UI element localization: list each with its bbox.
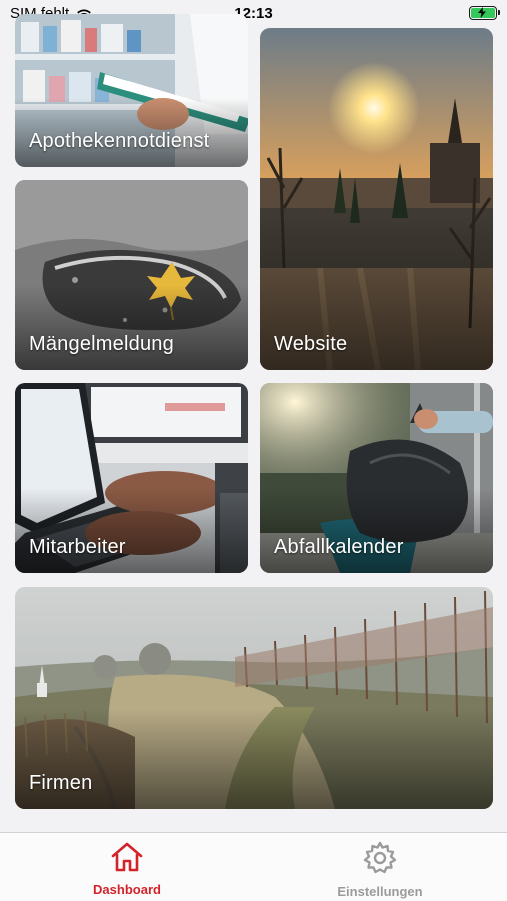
tile-firmen[interactable]: Firmen — [15, 587, 493, 809]
tile-label: Mängelmeldung — [29, 333, 174, 355]
tile-mitarbeiter[interactable]: Mitarbeiter — [15, 383, 248, 573]
gear-icon — [363, 841, 397, 874]
tile-label: Website — [274, 333, 348, 355]
tile-label: Abfallkalender — [274, 536, 404, 558]
tab-dashboard[interactable]: Dashboard — [57, 841, 197, 897]
tab-dashboard-label: Dashboard — [93, 882, 161, 897]
tile-maengelmeldung[interactable]: Mängelmeldung — [15, 180, 248, 370]
tile-label: Apothekennotdienst — [29, 130, 210, 152]
tile-apothekennotdienst[interactable]: Apothekennotdienst — [15, 14, 248, 167]
tile-label: Mitarbeiter — [29, 536, 126, 558]
tab-einstellungen[interactable]: Einstellungen — [310, 841, 450, 899]
tile-label: Firmen — [29, 772, 93, 794]
tab-einstellungen-label: Einstellungen — [337, 884, 423, 899]
house-icon — [111, 842, 143, 872]
battery-icon — [469, 6, 500, 20]
tile-website[interactable]: Website — [260, 28, 493, 370]
charging-bolt-icon — [478, 7, 486, 18]
tile-abfallkalender[interactable]: Abfallkalender — [260, 383, 493, 573]
tab-bar: Dashboard Einstellungen — [0, 832, 507, 901]
